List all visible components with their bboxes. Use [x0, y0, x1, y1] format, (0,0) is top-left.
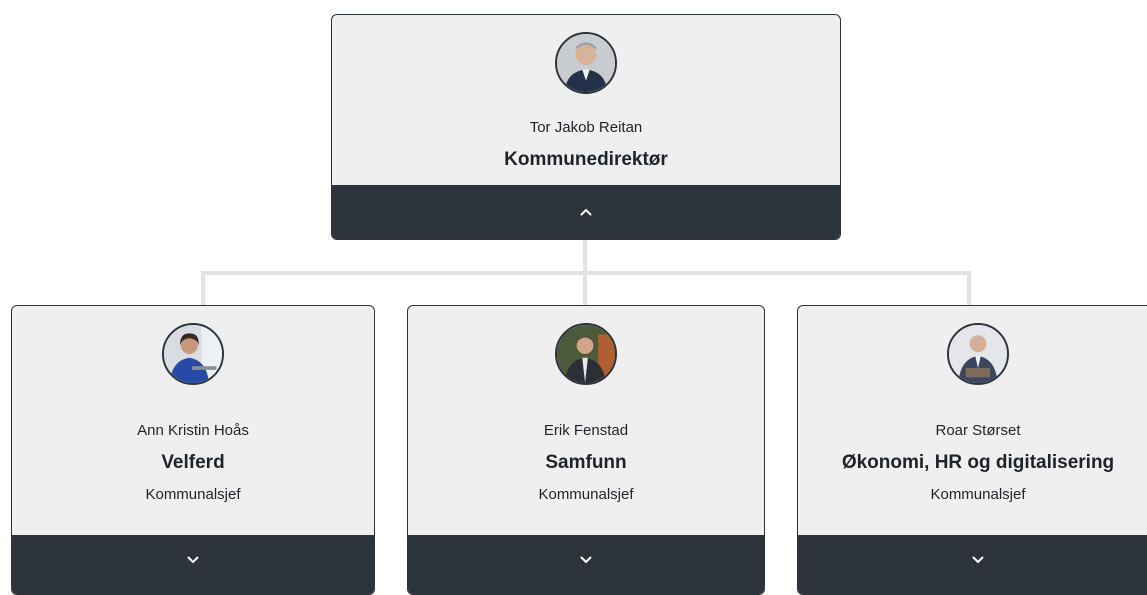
- person-name: Tor Jakob Reitan: [529, 119, 643, 136]
- person-name: Ann Kristin Hoås: [137, 422, 249, 439]
- chevron-down-icon: [580, 556, 592, 563]
- person-name: Erik Fenstad: [543, 422, 629, 439]
- org-card-child: Erik Fenstad Samfunn Kommunalsjef: [407, 305, 765, 595]
- person-photo-icon: [557, 34, 615, 92]
- role-label: Kommunalsjef: [930, 486, 1026, 503]
- org-card-root: Tor Jakob Reitan Kommunedirektør: [331, 14, 841, 240]
- position-title: Økonomi, HR og digitalisering: [841, 452, 1115, 473]
- org-connector-horizontal: [201, 271, 971, 275]
- avatar: [162, 323, 224, 385]
- chevron-up-icon: [580, 209, 592, 216]
- expand-toggle-button[interactable]: [798, 535, 1147, 594]
- avatar: [555, 323, 617, 385]
- position-title: Velferd: [161, 452, 225, 473]
- person-photo-icon: [557, 325, 615, 383]
- expand-toggle-button[interactable]: [12, 535, 374, 594]
- role-label: Kommunalsjef: [145, 486, 241, 503]
- person-photo-icon: [164, 325, 222, 383]
- avatar: [555, 32, 617, 94]
- expand-toggle-button[interactable]: [408, 535, 764, 594]
- org-connector-vertical-right: [967, 271, 971, 305]
- person-photo-icon: [949, 325, 1007, 383]
- avatar: [947, 323, 1009, 385]
- collapse-toggle-button[interactable]: [332, 185, 840, 239]
- person-name: Roar Størset: [935, 422, 1021, 439]
- org-connector-vertical-left: [201, 271, 205, 305]
- role-label: Kommunalsjef: [538, 486, 634, 503]
- org-card-child: Ann Kristin Hoås Velferd Kommunalsjef: [11, 305, 375, 595]
- chevron-down-icon: [972, 556, 984, 563]
- position-title: Samfunn: [545, 452, 627, 473]
- position-title: Kommunedirektør: [504, 149, 668, 170]
- org-card-child: Roar Størset Økonomi, HR og digitaliseri…: [797, 305, 1147, 595]
- chevron-down-icon: [187, 556, 199, 563]
